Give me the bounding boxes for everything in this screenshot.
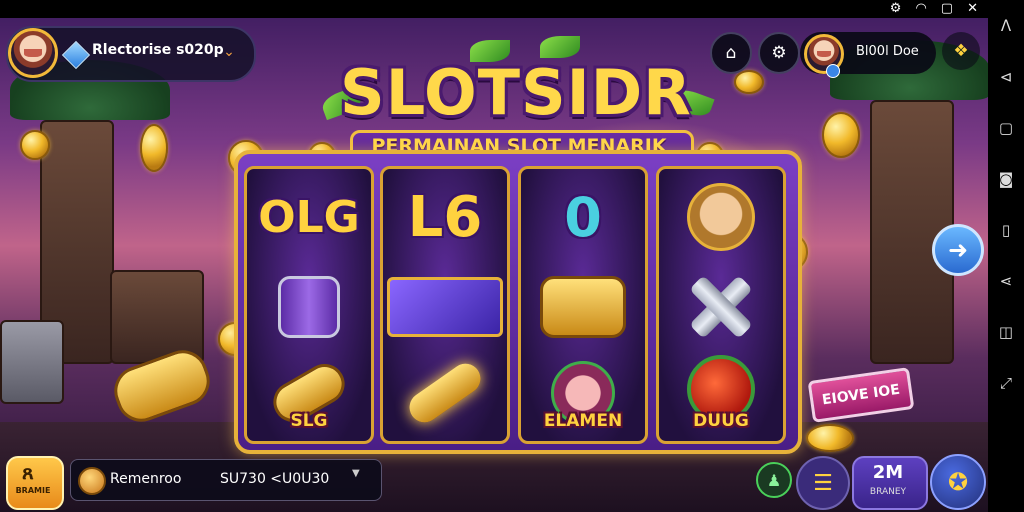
status-bar: ⚙ ◠ ▢ ✕ (0, 0, 988, 18)
barrel-symbol (278, 276, 340, 338)
crossed-bones-symbol (686, 272, 756, 342)
arrow-left-icon[interactable]: ⊲ (988, 51, 1024, 102)
screenshot-icon[interactable]: ◫ (988, 306, 1024, 357)
grid-icon[interactable]: ᐱ (988, 0, 1024, 51)
referral-label: Remenroo (110, 471, 182, 487)
bet-value: 2M (872, 462, 904, 483)
bet-label: BRANEY (869, 487, 907, 497)
menu-list-button[interactable]: ☰ (796, 456, 850, 510)
spin-button[interactable]: ✪ (930, 454, 986, 510)
wifi-icon: ◠ (915, 1, 927, 16)
bonus-label: BRAMIE (15, 486, 51, 495)
referral-value: SU730 <U0U30 (220, 471, 330, 487)
reel-2[interactable]: L6 (380, 166, 510, 444)
chevron-down-icon[interactable]: ▼ (352, 468, 360, 479)
coin (734, 70, 764, 94)
close-icon[interactable]: ✕ (967, 1, 978, 17)
leaf (540, 36, 580, 58)
coin (806, 424, 854, 452)
square-icon[interactable]: ▢ (988, 102, 1024, 153)
reel-symbol-label: SLG (290, 411, 328, 431)
bonus-button[interactable] (6, 456, 64, 510)
user-badge-icon (826, 64, 840, 78)
game-logo-title: SLOTSIDR (340, 56, 692, 129)
monster-face-symbol (687, 183, 755, 251)
profile-dropdown-button[interactable]: ⌄ (214, 37, 244, 67)
reel-3[interactable]: 0 ELAMEN (518, 166, 648, 444)
slot-machine-left (110, 270, 204, 364)
share-icon[interactable]: ⋖ (988, 255, 1024, 306)
bonus-icon: ጸ (22, 460, 34, 484)
coin (140, 124, 168, 172)
settings-icon: ⚙ (889, 1, 902, 16)
reel-symbol-text: L6 (407, 184, 483, 250)
reel-symbol-text: OLG (258, 191, 360, 243)
reel-symbol-label: ELAMEN (543, 411, 623, 431)
reel-1[interactable]: OLG SLG (244, 166, 374, 444)
side-nav: ᐱ ⊲ ▢ ◙ ▯ ⋖ ◫ ⤢ (988, 0, 1024, 512)
coin (20, 130, 50, 160)
user-name: Bl00l Doe (856, 44, 919, 59)
coin (822, 112, 860, 158)
player-avatar[interactable] (8, 28, 58, 78)
record-icon[interactable]: ◙ (988, 153, 1024, 204)
coin-icon (78, 467, 106, 495)
next-arrow-button[interactable]: ➜ (932, 224, 984, 276)
window-icon[interactable]: ▢ (941, 1, 953, 17)
menu-button[interactable]: ❖ (942, 32, 980, 70)
home-button[interactable]: ⌂ (710, 32, 752, 74)
reel-symbol-text: 0 (564, 185, 602, 249)
bullet-symbol (403, 357, 487, 429)
character-button[interactable]: ♟ (756, 462, 792, 498)
reel-4[interactable]: DUUG (656, 166, 786, 444)
envelope-symbol (387, 277, 503, 337)
settings-button[interactable]: ⚙ (758, 32, 800, 74)
square-outline-icon[interactable]: ▯ (988, 204, 1024, 255)
reel-symbol-label: DUUG (693, 411, 749, 431)
arcade-console (0, 320, 64, 404)
fullscreen-icon[interactable]: ⤢ (988, 357, 1024, 408)
gold-barrel-symbol (540, 276, 626, 338)
profile-name: Rlectorise s020p (92, 42, 224, 58)
